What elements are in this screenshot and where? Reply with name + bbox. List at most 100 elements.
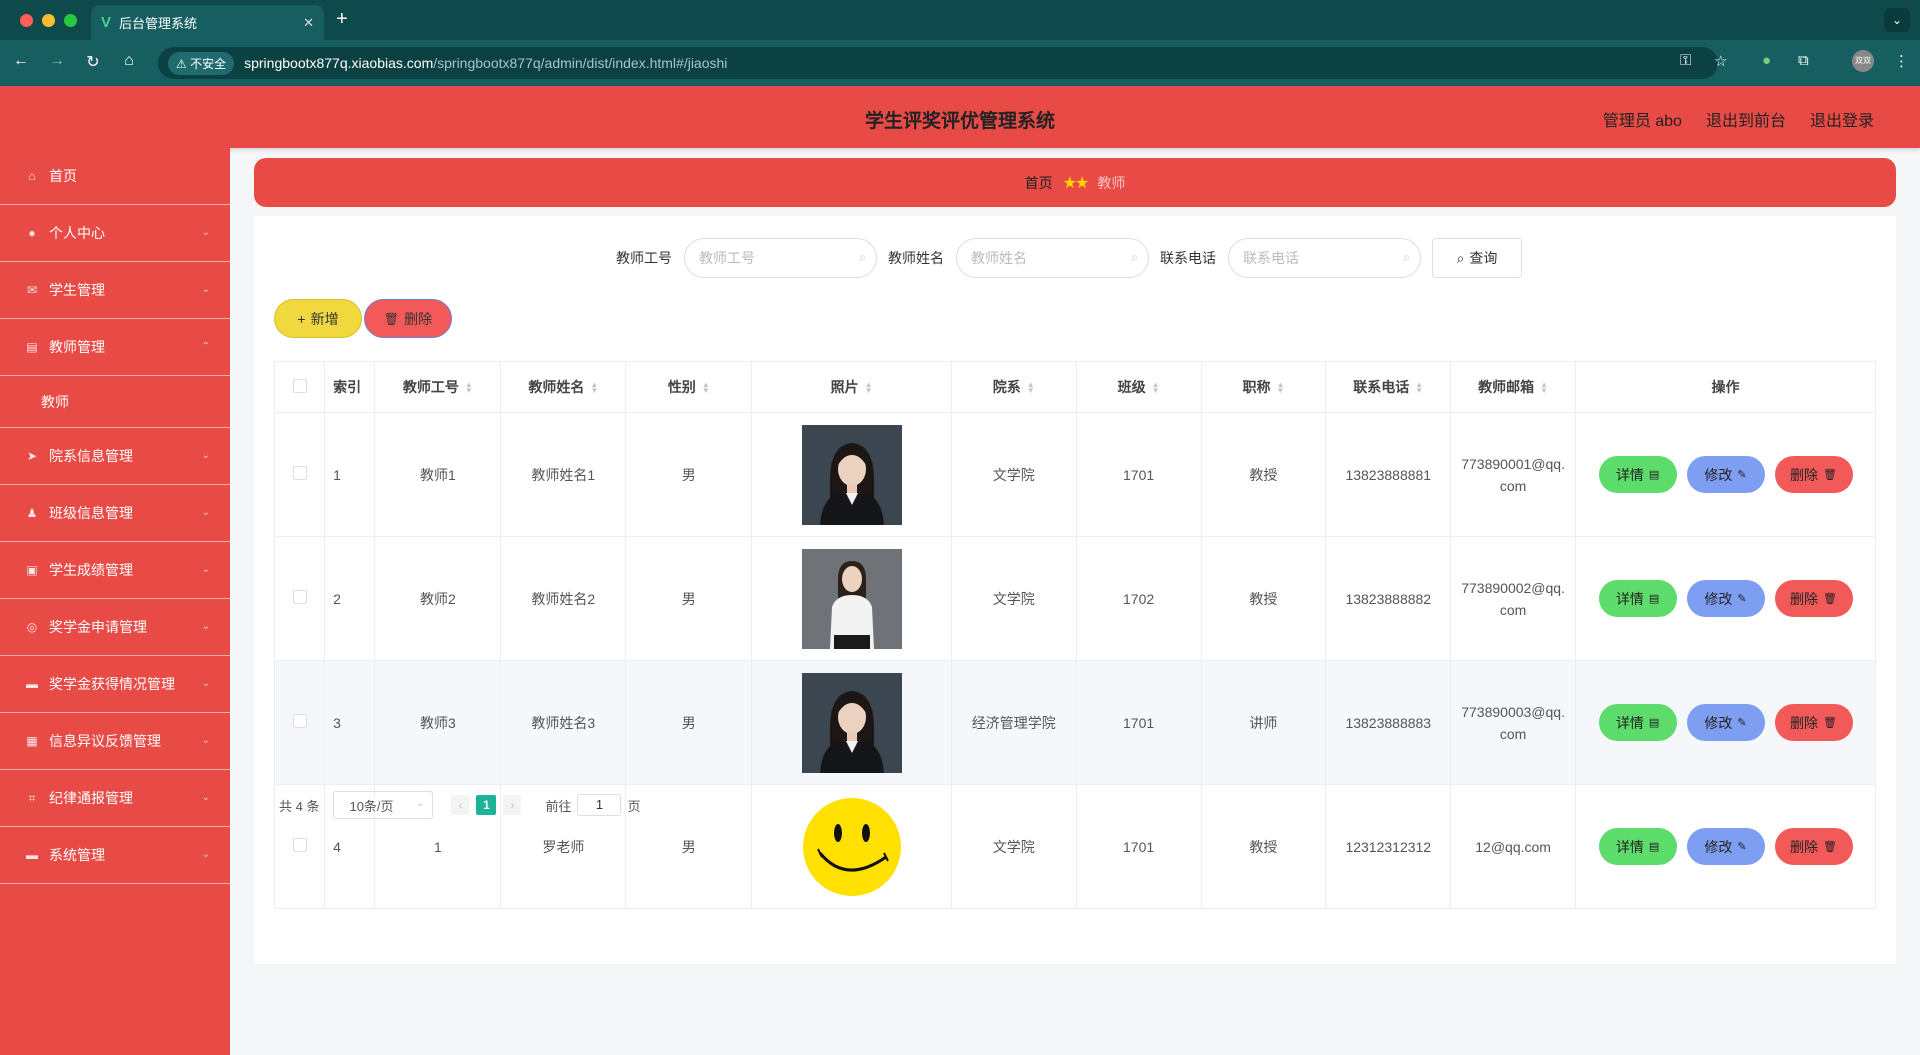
- batch-delete-button[interactable]: 🗑 删除: [364, 299, 452, 338]
- col-photo[interactable]: 照片 ▲ ▼: [751, 361, 952, 413]
- chevron-down-icon: ⌄: [201, 450, 210, 461]
- sort-icon[interactable]: ▲ ▼: [1276, 381, 1284, 395]
- prev-page-icon[interactable]: ‹: [451, 795, 470, 815]
- detail-button[interactable]: 详情 ▤: [1598, 704, 1677, 741]
- edit-button[interactable]: 修改 ✎: [1686, 704, 1765, 741]
- url-path: /springbootx877q/admin/dist/index.html#/…: [433, 55, 728, 71]
- sidebar-item-feedback[interactable]: ▦ 信息异议反馈管理 ⌄: [0, 713, 230, 770]
- row-checkbox[interactable]: [292, 838, 307, 852]
- reload-icon[interactable]: ↻: [82, 52, 104, 72]
- select-all-checkbox[interactable]: [292, 378, 307, 393]
- search-button[interactable]: ⌕ 查询: [1432, 238, 1522, 278]
- forward-icon[interactable]: →: [46, 52, 68, 70]
- phone-input[interactable]: [1243, 250, 1393, 266]
- col-department[interactable]: 院系 ▲ ▼: [950, 361, 1077, 413]
- pencil-icon: ✎: [1737, 593, 1747, 605]
- goto-page-input[interactable]: 1: [577, 794, 622, 816]
- page-size-select[interactable]: 10条/页 ⌄: [333, 791, 434, 819]
- sidebar-item-classes[interactable]: ♟ 班级信息管理 ⌄: [0, 485, 230, 542]
- col-email[interactable]: 教师邮箱 ▲ ▼: [1450, 361, 1577, 413]
- detail-button[interactable]: 详情 ▤: [1598, 828, 1677, 865]
- logout-link[interactable]: 退出登录: [1810, 107, 1874, 131]
- send-icon: ➤: [26, 449, 38, 463]
- smiley-face-photo[interactable]: [801, 796, 902, 897]
- password-key-icon[interactable]: ⚿: [1680, 52, 1691, 69]
- back-icon[interactable]: ←: [10, 52, 32, 70]
- sidebar-subitem-teacher[interactable]: 教师: [0, 376, 230, 428]
- bookmark-star-icon[interactable]: ☆: [1714, 52, 1727, 70]
- maximize-window-button[interactable]: [64, 14, 77, 27]
- minimize-window-button[interactable]: [42, 14, 55, 27]
- row-checkbox[interactable]: [292, 714, 307, 728]
- address-bar[interactable]: ⚠ 不安全 springbootx877q.xiaobias.com/sprin…: [158, 47, 1718, 79]
- col-teacher-id[interactable]: 教师工号 ▲ ▼: [374, 361, 502, 413]
- edit-button[interactable]: 修改 ✎: [1686, 580, 1765, 617]
- edit-button[interactable]: 修改 ✎: [1686, 828, 1765, 865]
- sidebar-item-system[interactable]: ▬ 系统管理 ⌄: [0, 827, 230, 884]
- detail-button[interactable]: 详情 ▤: [1598, 580, 1677, 617]
- sort-icon[interactable]: ▲ ▼: [590, 381, 598, 395]
- row-checkbox[interactable]: [292, 590, 307, 604]
- teacher-name-input[interactable]: [971, 250, 1121, 266]
- tab-close-icon[interactable]: ✕: [303, 15, 314, 31]
- total-count: 共 4 条: [279, 798, 320, 814]
- col-teacher-name[interactable]: 教师姓名 ▲ ▼: [500, 361, 627, 413]
- sort-icon[interactable]: ▲ ▼: [865, 381, 873, 395]
- sidebar-item-departments[interactable]: ➤ 院系信息管理 ⌄: [0, 428, 230, 485]
- teacher-photo-portrait[interactable]: [801, 548, 902, 649]
- sidebar-item-home[interactable]: ⌂ 首页: [0, 148, 230, 205]
- insecure-badge[interactable]: ⚠ 不安全: [168, 51, 235, 75]
- sidebar-item-scholarship-apply[interactable]: ◎ 奖学金申请管理 ⌄: [0, 599, 230, 656]
- row-checkbox[interactable]: [292, 466, 307, 480]
- cell-gender: 男: [625, 536, 753, 661]
- browser-menu-icon[interactable]: ⋮: [1894, 52, 1909, 70]
- sort-icon[interactable]: ▲ ▼: [702, 381, 710, 395]
- next-page-icon[interactable]: ›: [503, 795, 522, 815]
- col-phone[interactable]: 联系电话 ▲ ▼: [1325, 361, 1452, 413]
- teacher-name-field[interactable]: ⌕: [956, 238, 1149, 278]
- teacher-id-input[interactable]: [699, 250, 849, 266]
- new-tab-icon[interactable]: +: [336, 8, 348, 31]
- sidebar-item-grades[interactable]: ▣ 学生成绩管理 ⌄: [0, 542, 230, 599]
- detail-button[interactable]: 详情 ▤: [1598, 456, 1677, 493]
- sidebar-item-profile[interactable]: ● 个人中心 ⌄: [0, 205, 230, 262]
- delete-button[interactable]: 删除 🗑: [1774, 580, 1853, 617]
- col-gender[interactable]: 性别 ▲ ▼: [625, 361, 753, 413]
- browser-tab[interactable]: V 后台管理系统 ✕: [91, 5, 324, 40]
- sidebar-item-teachers[interactable]: ▤ 教师管理 ⌃: [0, 319, 230, 376]
- extension-icon[interactable]: ●: [1762, 52, 1771, 69]
- chevron-down-icon: ⌄: [201, 849, 210, 860]
- sidebar-item-scholarship-awarded[interactable]: ▬ 奖学金获得情况管理 ⌄: [0, 656, 230, 713]
- sort-icon[interactable]: ▲ ▼: [1027, 381, 1035, 395]
- crop-icon: ⌗: [28, 790, 36, 805]
- teacher-photo-portrait[interactable]: [801, 424, 902, 525]
- teacher-id-field[interactable]: ⌕: [684, 238, 877, 278]
- cell-department: 经济管理学院: [950, 660, 1077, 785]
- sidebar-item-students[interactable]: ✉ 学生管理 ⌄: [0, 262, 230, 319]
- sidebar-item-discipline[interactable]: ⌗ 纪律通报管理 ⌄: [0, 770, 230, 827]
- phone-field[interactable]: ⌕: [1228, 238, 1421, 278]
- extensions-puzzle-icon[interactable]: ⧉: [1798, 52, 1809, 69]
- profile-avatar[interactable]: 双双: [1852, 50, 1874, 72]
- edit-button[interactable]: 修改 ✎: [1686, 456, 1765, 493]
- delete-button[interactable]: 删除 🗑: [1774, 456, 1853, 493]
- home-icon: ⌂: [28, 169, 36, 183]
- home-icon[interactable]: ⌂: [118, 52, 140, 70]
- delete-button[interactable]: 删除 🗑: [1774, 828, 1853, 865]
- sort-icon[interactable]: ▲ ▼: [1152, 381, 1160, 395]
- delete-button[interactable]: 删除 🗑: [1774, 704, 1853, 741]
- sort-icon[interactable]: ▲ ▼: [1540, 381, 1548, 395]
- sort-icon[interactable]: ▲ ▼: [1415, 381, 1423, 395]
- back-to-front-link[interactable]: 退出到前台: [1706, 107, 1786, 131]
- sort-icon[interactable]: ▲ ▼: [465, 381, 473, 395]
- teacher-photo-portrait[interactable]: [801, 672, 902, 773]
- close-window-button[interactable]: [20, 14, 33, 27]
- col-label: 教师邮箱: [1478, 379, 1535, 395]
- tab-search-icon[interactable]: ⌄: [1884, 8, 1910, 32]
- breadcrumb-home[interactable]: 首页: [1025, 173, 1053, 193]
- main-panel: 教师工号 ⌕ 教师姓名 ⌕ 联系电话 ⌕ ⌕查询 +新增 🗑删除: [254, 216, 1896, 964]
- page-number-current[interactable]: 1: [476, 795, 497, 815]
- add-button[interactable]: + 新增: [274, 299, 362, 338]
- col-title[interactable]: 职称 ▲ ▼: [1200, 361, 1327, 413]
- col-class[interactable]: 班级 ▲ ▼: [1075, 361, 1202, 413]
